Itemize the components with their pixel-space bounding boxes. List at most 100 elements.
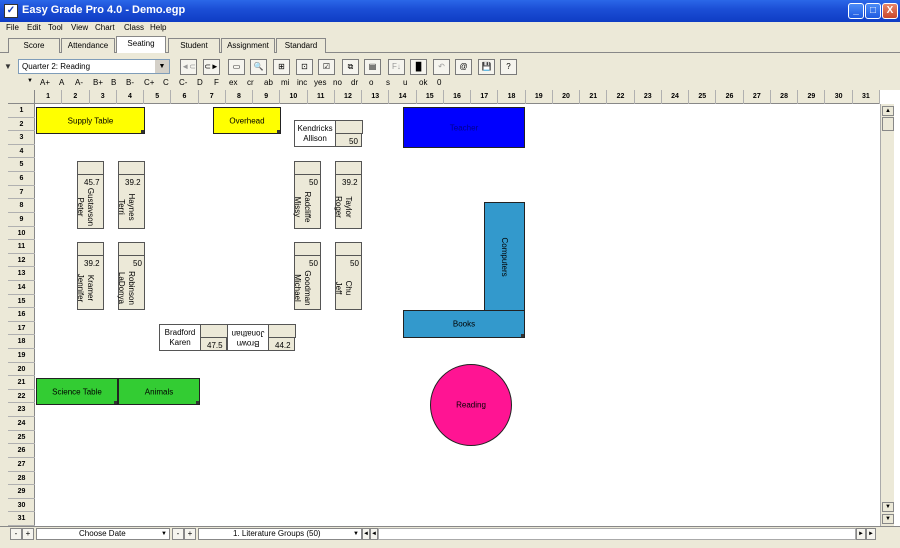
menu-tool[interactable]: Tool bbox=[48, 23, 63, 32]
grade-b[interactable]: B bbox=[111, 78, 116, 87]
date-select[interactable]: Choose Date ▼ bbox=[36, 528, 170, 540]
next-assignment-icon[interactable]: ⊂► bbox=[203, 59, 220, 75]
desk-goodman[interactable]: 50 Goodman Michael bbox=[293, 242, 321, 310]
grade-no[interactable]: no bbox=[333, 78, 342, 87]
chevron-down-icon[interactable]: ▼ bbox=[155, 60, 169, 73]
grade-c-plus[interactable]: C+ bbox=[144, 78, 154, 87]
scroll-first-icon[interactable]: ◄ bbox=[362, 528, 370, 540]
scroll-bottom-icon[interactable]: ▼ bbox=[882, 514, 894, 524]
tab-assignment[interactable]: Assignment bbox=[221, 38, 275, 53]
email-icon[interactable]: @ bbox=[455, 59, 472, 75]
resize-handle[interactable] bbox=[141, 130, 144, 133]
undo-icon[interactable]: ↶ bbox=[433, 59, 450, 75]
tab-student[interactable]: Student bbox=[168, 38, 220, 53]
desk-brown[interactable]: Brown Jonathan 44.2 bbox=[227, 324, 296, 351]
supply-table[interactable]: Supply Table bbox=[36, 107, 145, 134]
grade-c[interactable]: C bbox=[163, 78, 169, 87]
scroll-left-icon[interactable]: ◄ bbox=[370, 528, 378, 540]
desk-taylor[interactable]: 39.2 Taylor Roger bbox=[334, 161, 362, 229]
tab-attendance[interactable]: Attendance bbox=[61, 38, 115, 53]
resize-handle[interactable] bbox=[521, 334, 524, 337]
chart-icon[interactable]: ▐▌ bbox=[410, 59, 427, 75]
grade-u[interactable]: u bbox=[403, 78, 407, 87]
chevron-down-icon[interactable]: ▼ bbox=[353, 529, 359, 539]
grade-inc[interactable]: inc bbox=[297, 78, 307, 87]
scroll-last-icon[interactable]: ► bbox=[866, 528, 876, 540]
overhead[interactable]: Overhead bbox=[213, 107, 281, 134]
date-minus-button[interactable]: - bbox=[172, 528, 184, 540]
grade-s[interactable]: s bbox=[386, 78, 390, 87]
desk-robinson[interactable]: 50 Robinson LaDonya bbox=[117, 242, 145, 310]
grade-o[interactable]: o bbox=[369, 78, 373, 87]
folder-icon[interactable]: ▭ bbox=[228, 59, 245, 75]
animals[interactable]: Animals bbox=[118, 378, 200, 405]
date-plus-button[interactable]: + bbox=[184, 528, 196, 540]
desk-chu[interactable]: 50 Chu Jeff bbox=[334, 242, 362, 310]
previous-assignment-icon[interactable]: ◄⊂ bbox=[180, 59, 197, 75]
grade-a-minus[interactable]: A- bbox=[75, 78, 83, 87]
save-icon[interactable]: 💾 bbox=[478, 59, 495, 75]
scroll-right-icon[interactable]: ► bbox=[856, 528, 866, 540]
grade-b-plus[interactable]: B+ bbox=[93, 78, 103, 87]
computers[interactable]: Computers bbox=[484, 202, 525, 311]
resize-handle[interactable] bbox=[114, 401, 117, 404]
menu-chart[interactable]: Chart bbox=[95, 23, 115, 32]
row-minus-button[interactable]: - bbox=[10, 528, 22, 540]
desk-haynes[interactable]: 39.2 Haynes Terri bbox=[117, 161, 145, 229]
grade-dr[interactable]: dr bbox=[351, 78, 358, 87]
books[interactable]: Books bbox=[403, 310, 525, 338]
tab-standard[interactable]: Standard bbox=[276, 38, 326, 53]
menu-help[interactable]: Help bbox=[150, 23, 166, 32]
seating-chart-canvas[interactable]: Supply Table Overhead Teacher Computers … bbox=[35, 104, 880, 526]
copy-icon[interactable]: ⧉ bbox=[342, 59, 359, 75]
chevron-down-icon[interactable]: ▼ bbox=[161, 529, 167, 539]
scroll-thumb[interactable] bbox=[882, 117, 894, 131]
resize-handle[interactable] bbox=[277, 130, 280, 133]
desk-gustavson[interactable]: 45.7 Gustavson Peter bbox=[76, 161, 104, 229]
menu-file[interactable]: File bbox=[6, 23, 19, 32]
grade-cr[interactable]: cr bbox=[247, 78, 254, 87]
tab-score[interactable]: Score bbox=[8, 38, 60, 53]
checkbox-icon[interactable]: ☑ bbox=[318, 59, 335, 75]
grade-ab[interactable]: ab bbox=[264, 78, 273, 87]
menu-class[interactable]: Class bbox=[124, 23, 144, 32]
row-plus-button[interactable]: + bbox=[22, 528, 34, 540]
scroll-down-icon[interactable]: ▼ bbox=[882, 502, 894, 512]
grade-yes[interactable]: yes bbox=[314, 78, 326, 87]
tab-seating[interactable]: Seating bbox=[116, 36, 166, 53]
desk-kramer[interactable]: 39.2 Kramer Jennifer bbox=[76, 242, 104, 310]
desk-kendricks[interactable]: Kendricks Allison 50 bbox=[294, 120, 363, 147]
desk-radcliffe[interactable]: 50 Radcliffe Missy bbox=[293, 161, 321, 229]
filter-triangle-icon[interactable]: ▼ bbox=[4, 62, 12, 71]
grade-mi[interactable]: mi bbox=[281, 78, 289, 87]
menu-edit[interactable]: Edit bbox=[27, 23, 41, 32]
reading-area[interactable]: Reading bbox=[430, 364, 512, 446]
grade-menu-triangle-icon[interactable]: ▼ bbox=[27, 78, 33, 84]
print-icon[interactable]: ▤ bbox=[364, 59, 381, 75]
grade-a-plus[interactable]: A+ bbox=[40, 78, 50, 87]
grid-view-icon[interactable]: ⊞ bbox=[273, 59, 290, 75]
grade-ok[interactable]: ok bbox=[419, 78, 427, 87]
fill-down-icon[interactable]: F↓ bbox=[388, 59, 405, 75]
grade-zero[interactable]: 0 bbox=[437, 78, 441, 87]
group-select[interactable]: 1. Literature Groups (50) ▼ bbox=[198, 528, 362, 540]
quarter-select[interactable]: Quarter 2: Reading ▼ bbox=[18, 59, 170, 74]
minimize-button[interactable]: _ bbox=[848, 3, 864, 19]
vertical-scrollbar[interactable]: ▲ ▼ ▼ bbox=[880, 104, 894, 526]
close-button[interactable]: X bbox=[882, 3, 898, 19]
maximize-button[interactable]: □ bbox=[865, 3, 881, 19]
scroll-top-icon[interactable]: ▲ bbox=[882, 106, 894, 116]
help-icon[interactable]: ? bbox=[500, 59, 517, 75]
desk-bradford[interactable]: Bradford Karen 47.5 bbox=[159, 324, 228, 351]
select-icon[interactable]: ⊡ bbox=[296, 59, 313, 75]
grade-b-minus[interactable]: B- bbox=[126, 78, 134, 87]
science-table[interactable]: Science Table bbox=[36, 378, 118, 405]
horizontal-scrollbar[interactable] bbox=[378, 528, 856, 540]
grade-c-minus[interactable]: C- bbox=[179, 78, 187, 87]
search-icon[interactable]: 🔍 bbox=[250, 59, 267, 75]
resize-handle[interactable] bbox=[196, 401, 199, 404]
grade-d[interactable]: D bbox=[197, 78, 203, 87]
grade-f[interactable]: F bbox=[214, 78, 219, 87]
teacher-desk[interactable]: Teacher bbox=[403, 107, 525, 148]
menu-view[interactable]: View bbox=[71, 23, 88, 32]
